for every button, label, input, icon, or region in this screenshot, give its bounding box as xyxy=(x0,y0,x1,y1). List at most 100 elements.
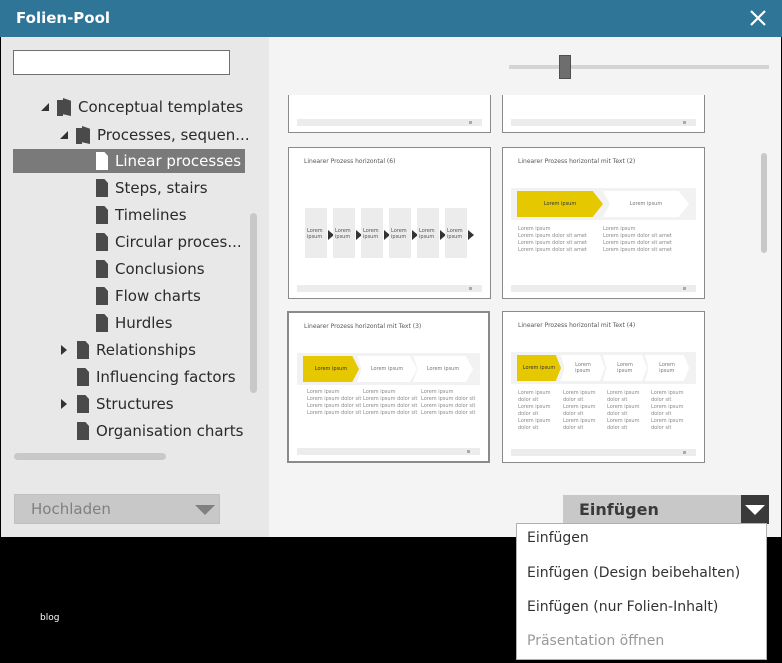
tree-item-influencing-factors[interactable]: Influencing factors xyxy=(77,365,236,389)
chevron-row: Lorem ipsum Lorem ipsum Lorem ipsum xyxy=(297,353,480,385)
chevron-down-icon xyxy=(745,505,765,515)
tree-item-label: Structures xyxy=(96,395,174,413)
expanded-arrow-icon[interactable] xyxy=(58,129,70,141)
folien-pool-window: Folien-Pool Conceptual templates Process… xyxy=(0,0,782,663)
book-icon xyxy=(57,98,71,116)
tree-item-processes[interactable]: Processes, sequen... xyxy=(60,123,250,147)
tree-item-label: Organisation charts xyxy=(96,422,244,440)
tree-item-structures[interactable]: Structures xyxy=(61,392,174,416)
process-chevron: Lorem ipsum xyxy=(303,356,359,382)
tree-item-label: Circular proces... xyxy=(115,233,242,251)
thumbnail-text: Lorem ipsum Lorem ipsum dolor sit amet L… xyxy=(603,226,672,253)
thumbnail-footer xyxy=(297,285,482,292)
thumbnail-text: Lorem ipsum Lorem ipsum dolor sit Lorem … xyxy=(363,389,418,416)
slide-thumbnail-selected[interactable]: Linearer Prozess horizontal mit Text (3)… xyxy=(287,311,490,463)
tree-item-label: Conceptual templates xyxy=(78,98,244,116)
process-chevron: Lorem ipsum xyxy=(645,355,689,381)
upload-dropdown[interactable]: Hochladen xyxy=(14,494,220,524)
title-bar: Folien-Pool xyxy=(0,0,782,37)
chevron-down-icon xyxy=(195,505,215,515)
document-icon xyxy=(96,152,108,170)
upload-label: Hochladen xyxy=(31,500,111,518)
process-box: Lorem ipsum xyxy=(333,208,355,258)
process-chevron: Lorem ipsum xyxy=(561,355,605,381)
slide-thumbnail-partial[interactable] xyxy=(288,95,491,133)
process-box: Lorem ipsum xyxy=(361,208,383,258)
thumbnail-footer xyxy=(511,449,696,456)
thumbnail-text: Lorem ipsum dolor sit Lorem ipsum dolor … xyxy=(651,390,684,431)
slide-thumbnail-partial[interactable] xyxy=(502,95,705,133)
chevron-row: Lorem ipsum Lorem ipsum Lorem ipsum Lore… xyxy=(511,352,696,384)
tree-item-label: Steps, stairs xyxy=(115,179,208,197)
insert-button[interactable]: Einfügen xyxy=(563,495,741,524)
tree-item-flow-charts[interactable]: Flow charts xyxy=(96,284,201,308)
thumbnail-text: Lorem ipsum dolor sit Lorem ipsum dolor … xyxy=(563,390,596,431)
collapsed-arrow-icon[interactable] xyxy=(58,398,70,410)
process-chevron: Lorem ipsum xyxy=(603,191,689,217)
collapsed-arrow-icon[interactable] xyxy=(58,344,70,356)
process-box: Lorem ipsum xyxy=(445,208,467,258)
insert-dropdown-menu: Einfügen Einfügen (Design beibehalten) E… xyxy=(516,523,767,660)
process-box: Lorem ipsum xyxy=(389,208,411,258)
slide-thumbnail[interactable]: Linearer Prozess horizontal mit Text (4)… xyxy=(502,311,705,463)
thumbnail-footer xyxy=(297,448,480,455)
process-box: Lorem ipsum xyxy=(417,208,439,258)
tree-item-circular-processes[interactable]: Circular proces... xyxy=(96,230,242,254)
arrow-shape xyxy=(468,230,474,240)
thumbnail-text: Lorem ipsum dolor sit Lorem ipsum dolor … xyxy=(518,390,551,431)
document-icon xyxy=(96,206,108,224)
tree-vertical-scrollbar[interactable] xyxy=(250,213,257,393)
tree-item-steps-stairs[interactable]: Steps, stairs xyxy=(96,176,208,200)
thumbnail-text: Lorem ipsum Lorem ipsum dolor sit Lorem … xyxy=(307,389,362,416)
document-icon xyxy=(96,260,108,278)
tree-horizontal-scrollbar[interactable] xyxy=(14,453,166,460)
thumbnail-title: Linearer Prozess horizontal mit Text (2) xyxy=(518,158,636,165)
tree-item-linear-processes[interactable]: Linear processes xyxy=(13,149,245,173)
insert-dropdown-toggle[interactable] xyxy=(741,495,769,524)
tree-item-timelines[interactable]: Timelines xyxy=(96,203,187,227)
tree-item-label: Processes, sequen... xyxy=(97,126,250,144)
thumbnail-text: Lorem ipsum Lorem ipsum dolor sit amet L… xyxy=(518,226,587,253)
process-chevron: Lorem ipsum xyxy=(603,355,647,381)
chevron-row: Lorem ipsum Lorem ipsum xyxy=(511,188,696,220)
slide-thumbnail[interactable]: Linearer Prozess horizontal mit Text (2)… xyxy=(502,147,705,299)
menu-item-insert[interactable]: Einfügen xyxy=(527,530,589,546)
tree-item-conclusions[interactable]: Conclusions xyxy=(96,257,205,281)
document-icon xyxy=(96,179,108,197)
slide-thumbnail[interactable]: Linearer Prozess horizontal (6) Lorem ip… xyxy=(288,147,491,299)
menu-item-insert-content-only[interactable]: Einfügen (nur Folien-Inhalt) xyxy=(527,599,718,615)
thumbnail-text: Lorem ipsum dolor sit Lorem ipsum dolor … xyxy=(607,390,640,431)
thumbnail-footer xyxy=(511,119,696,126)
left-pane: Conceptual templates Processes, sequen..… xyxy=(1,37,269,537)
tree-item-label: Relationships xyxy=(96,341,196,359)
book-icon xyxy=(76,126,90,144)
process-box: Lorem ipsum xyxy=(305,208,327,258)
tree-item-label: Flow charts xyxy=(115,287,201,305)
document-icon xyxy=(77,422,89,440)
document-icon xyxy=(96,314,108,332)
tree-item-label: Timelines xyxy=(115,206,187,224)
tree-item-conceptual-templates[interactable]: Conceptual templates xyxy=(41,95,244,119)
zoom-slider-track[interactable] xyxy=(509,65,769,69)
search-input[interactable] xyxy=(13,50,230,75)
menu-item-insert-keep-design[interactable]: Einfügen (Design beibehalten) xyxy=(527,565,740,581)
window-title: Folien-Pool xyxy=(16,9,111,27)
tree-item-label: Influencing factors xyxy=(96,368,236,386)
tree-item-relationships[interactable]: Relationships xyxy=(61,338,196,362)
thumbnail-text: Lorem ipsum Lorem ipsum dolor sit Lorem … xyxy=(421,389,476,416)
expanded-arrow-icon[interactable] xyxy=(39,101,51,113)
insert-label: Einfügen xyxy=(579,500,659,519)
zoom-slider-thumb[interactable] xyxy=(558,55,571,79)
document-icon xyxy=(96,287,108,305)
document-icon xyxy=(77,395,89,413)
tree-item-label: Conclusions xyxy=(115,260,205,278)
thumbnail-footer xyxy=(297,119,482,126)
process-chevron: Lorem ipsum xyxy=(517,191,603,217)
right-pane: Linearer Prozess horizontal (6) Lorem ip… xyxy=(269,37,781,537)
tree-item-hurdles[interactable]: Hurdles xyxy=(96,311,172,335)
process-chevron: Lorem ipsum xyxy=(413,356,473,382)
thumbnails-vertical-scrollbar[interactable] xyxy=(761,153,767,253)
thumbnail-title: Linearer Prozess horizontal mit Text (4) xyxy=(518,322,636,329)
tree-item-organisation-charts[interactable]: Organisation charts xyxy=(77,419,243,443)
close-icon[interactable] xyxy=(746,6,770,30)
